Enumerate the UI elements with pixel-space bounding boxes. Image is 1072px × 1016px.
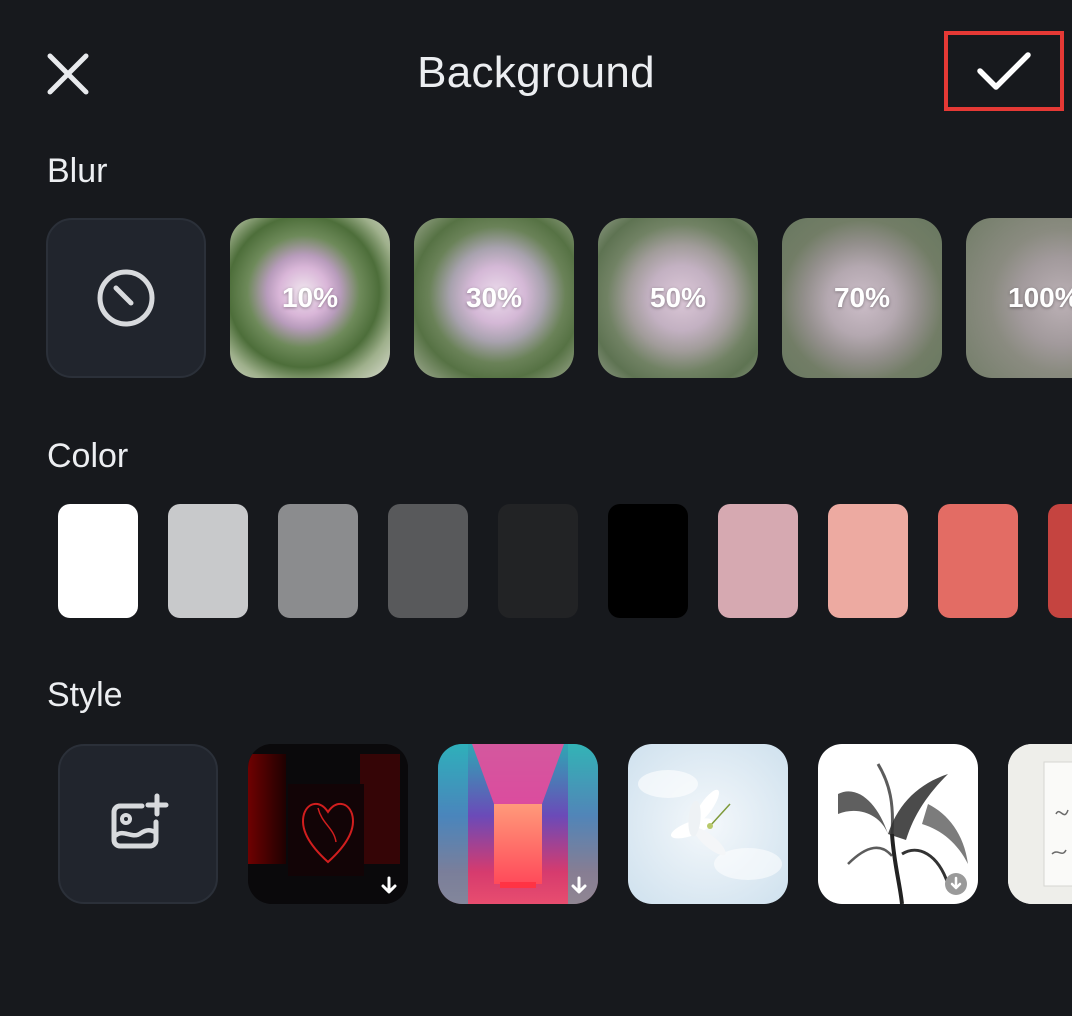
color-swatch[interactable]: [718, 504, 798, 618]
color-swatch[interactable]: [278, 504, 358, 618]
white-lily-image: [628, 744, 788, 904]
blur-option-label: 10%: [281, 282, 339, 313]
blur-option-label: 70%: [833, 282, 891, 313]
checkmark-icon: [977, 52, 1031, 90]
blur-section-label: Blur: [47, 152, 108, 190]
color-swatch[interactable]: [168, 504, 248, 618]
blur-option-label: 100%: [1008, 282, 1072, 313]
download-arrow-icon: [381, 876, 397, 894]
add-image-icon: [111, 793, 169, 849]
blur-none-option[interactable]: [46, 218, 206, 378]
color-swatch[interactable]: [938, 504, 1018, 618]
no-blur-icon: [97, 269, 155, 327]
style-option-white-lily[interactable]: [628, 744, 788, 904]
download-circle-icon: [945, 873, 967, 895]
blur-option-30[interactable]: 30%: [414, 218, 574, 378]
blur-option-50[interactable]: 50%: [598, 218, 758, 378]
page-title: Background: [417, 48, 655, 97]
blur-option-label: 50%: [649, 282, 707, 313]
style-option-red-heart[interactable]: [248, 744, 408, 904]
blur-option-10[interactable]: 10%: [230, 218, 390, 378]
color-swatch[interactable]: [1048, 504, 1072, 618]
color-swatch[interactable]: [828, 504, 908, 618]
style-option-neon-corridor[interactable]: [438, 744, 598, 904]
style-section-label: Style: [47, 676, 123, 714]
color-swatch[interactable]: [388, 504, 468, 618]
style-option-lily-xray[interactable]: [818, 744, 978, 904]
color-section-label: Color: [47, 437, 129, 475]
background-panel: Background Blur 10% 30% 50% 70% 100% Col…: [0, 0, 1072, 1016]
blur-option-label: 30%: [465, 282, 523, 313]
blur-option-100[interactable]: 100%: [966, 218, 1072, 378]
add-custom-background-button[interactable]: [58, 744, 218, 904]
color-swatch[interactable]: [58, 504, 138, 618]
color-swatch[interactable]: [498, 504, 578, 618]
blur-option-70[interactable]: 70%: [782, 218, 942, 378]
handwritten-card-image: [1008, 744, 1072, 904]
download-arrow-icon: [571, 876, 587, 894]
style-option-handwritten-card[interactable]: [1008, 744, 1072, 904]
confirm-button[interactable]: [944, 31, 1064, 111]
color-swatch[interactable]: [608, 504, 688, 618]
